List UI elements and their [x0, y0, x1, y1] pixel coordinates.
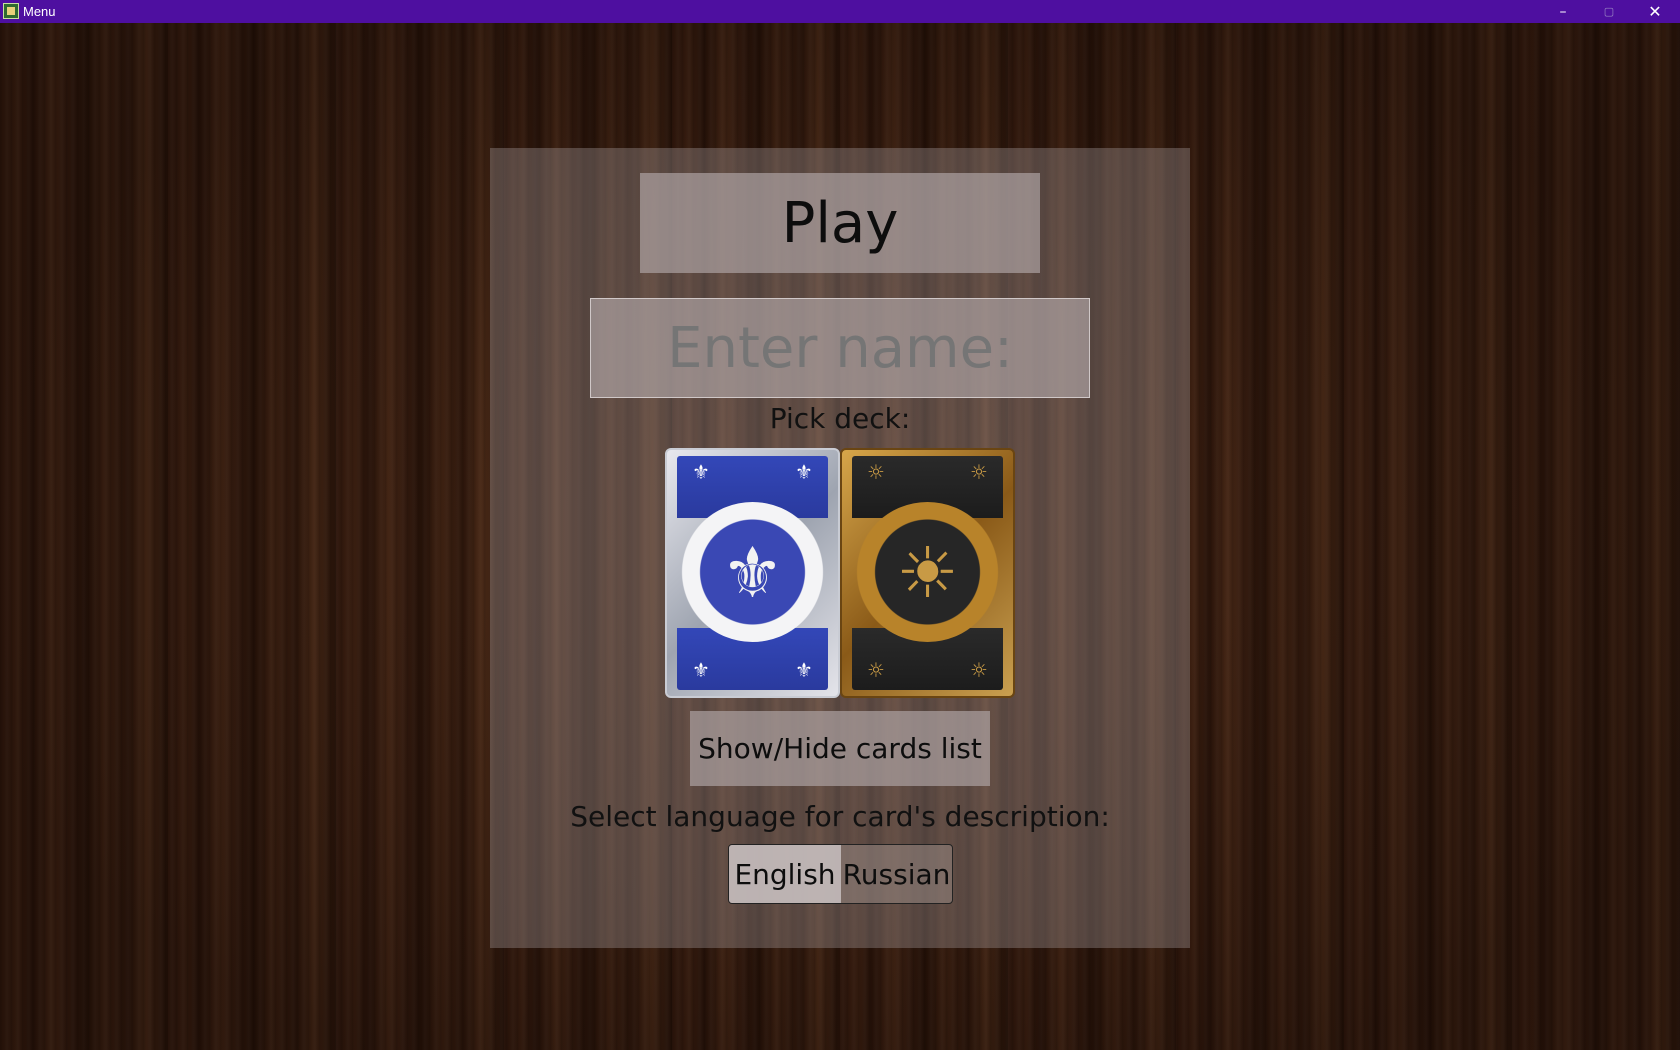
fleur-de-lis-corner-icon: ⚜ — [795, 460, 813, 484]
app-icon — [3, 3, 19, 19]
sun-corner-icon: ☼ — [867, 658, 885, 682]
language-label: Select language for card's description: — [570, 800, 1110, 833]
language-option-english[interactable]: English — [729, 845, 841, 903]
close-button[interactable]: ✕ — [1632, 0, 1678, 23]
show-hide-cards-button[interactable]: Show/Hide cards list — [690, 711, 990, 786]
menu-panel: Play Pick deck: ⚜ ⚜ ⚜ ⚜ ⚜ ☀ ☼ ☼ ☼ ☼ Show… — [490, 148, 1190, 948]
deck-card-blue[interactable]: ⚜ ⚜ ⚜ ⚜ ⚜ — [665, 448, 840, 698]
sun-corner-icon: ☼ — [970, 658, 988, 682]
fleur-de-lis-corner-icon: ⚜ — [692, 658, 710, 682]
menu-window: Menu – ▢ ✕ Play Pick deck: ⚜ ⚜ ⚜ ⚜ ⚜ ☀ ☼… — [0, 0, 1680, 1050]
language-option-russian[interactable]: Russian — [841, 845, 952, 903]
deck-card-gold[interactable]: ☀ ☼ ☼ ☼ ☼ — [840, 448, 1015, 698]
play-button[interactable]: Play — [640, 173, 1040, 273]
maximize-button[interactable]: ▢ — [1586, 0, 1632, 23]
sun-corner-icon: ☼ — [867, 460, 885, 484]
language-toggle: English Russian — [728, 844, 953, 904]
pick-deck-label: Pick deck: — [769, 402, 911, 435]
minimize-button[interactable]: – — [1540, 0, 1586, 23]
window-title: Menu — [23, 4, 56, 19]
fleur-de-lis-corner-icon: ⚜ — [692, 460, 710, 484]
name-input[interactable] — [590, 298, 1090, 398]
title-bar[interactable]: Menu – ▢ ✕ — [0, 0, 1680, 23]
sun-corner-icon: ☼ — [970, 460, 988, 484]
fleur-de-lis-corner-icon: ⚜ — [795, 658, 813, 682]
